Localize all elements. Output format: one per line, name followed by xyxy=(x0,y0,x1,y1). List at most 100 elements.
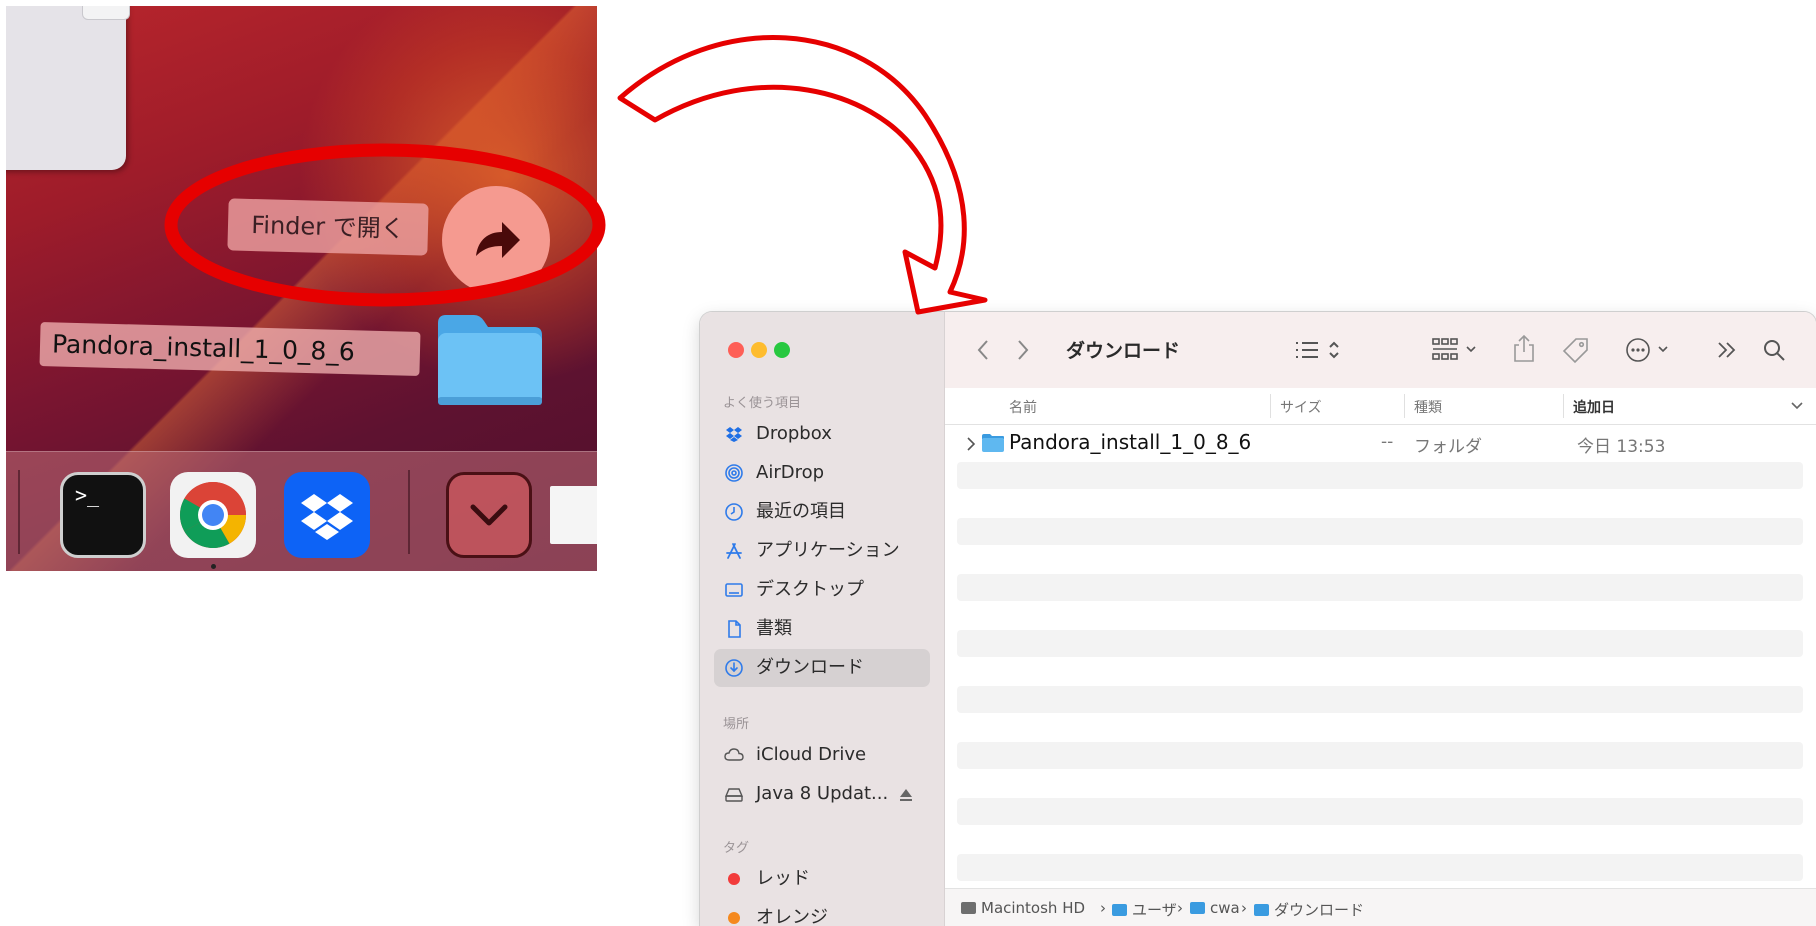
window-corner xyxy=(6,6,130,170)
clock-icon xyxy=(725,503,743,521)
empty-row xyxy=(957,742,1803,769)
desktop-icon xyxy=(725,583,743,597)
dropbox-icon[interactable] xyxy=(284,472,370,558)
dropbox-icon xyxy=(726,427,742,442)
tag-dot-icon xyxy=(728,912,740,924)
list-view-icon[interactable] xyxy=(1294,339,1346,361)
apps-icon xyxy=(726,543,742,559)
chrome-icon[interactable] xyxy=(170,472,256,558)
sidebar-item-label: 書類 xyxy=(756,618,792,639)
file-kind: フォルダ xyxy=(1414,437,1482,457)
open-in-finder-label[interactable]: Finder で開く xyxy=(227,198,429,256)
sidebar-item-downloads[interactable]: ダウンロード xyxy=(714,649,930,687)
share-button[interactable] xyxy=(442,186,550,294)
tag-dot-icon xyxy=(728,873,740,885)
sidebar-item-label: 最近の項目 xyxy=(756,501,846,522)
curved-arrow-icon xyxy=(617,35,988,315)
sidebar-item-airdrop[interactable]: AirDrop xyxy=(714,454,930,492)
tags-heading: タグ xyxy=(723,841,750,856)
sidebar-item-label: AirDrop xyxy=(756,462,825,483)
dropbox-logo xyxy=(301,494,353,540)
sidebar-tag-red[interactable]: レッド xyxy=(714,860,930,898)
empty-row xyxy=(957,630,1803,657)
path-segment[interactable]: cwa xyxy=(1190,899,1240,917)
cloud-icon xyxy=(724,748,744,761)
table-row[interactable]: Pandora_install_1_0_8_6 -- フォルダ 今日 13:53 xyxy=(945,426,1816,462)
sidebar-tag-orange[interactable]: オレンジ xyxy=(714,899,930,926)
path-segment[interactable]: Macintosh HD xyxy=(961,899,1085,917)
window-title: ダウンロード xyxy=(1066,340,1181,362)
terminal-icon[interactable]: >_ xyxy=(60,472,146,558)
column-kind-header[interactable]: 種類 xyxy=(1414,397,1442,417)
locations-heading: 場所 xyxy=(723,717,750,732)
desktop-file-label[interactable]: Pandora_install_1_0_8_6 xyxy=(39,322,421,376)
path-separator: › xyxy=(1177,899,1183,917)
favorites-heading: よく使う項目 xyxy=(723,396,802,411)
path-separator: › xyxy=(1241,899,1247,917)
sidebar-item-recents[interactable]: 最近の項目 xyxy=(714,493,930,531)
download-icon xyxy=(725,659,743,677)
share-icon[interactable] xyxy=(1512,334,1536,364)
sidebar-item-documents[interactable]: 書類 xyxy=(714,610,930,648)
column-divider xyxy=(1270,394,1271,418)
sidebar-item-applications[interactable]: アプリケーション xyxy=(714,532,930,570)
sidebar-item-label: レッド xyxy=(756,868,810,889)
path-bar: Macintosh HD › ユーザ › cwa › ダウンロード xyxy=(945,888,1816,926)
tag-icon[interactable] xyxy=(1562,336,1590,364)
window-corner-button[interactable] xyxy=(82,6,130,20)
sort-chevron-icon[interactable] xyxy=(1790,401,1804,411)
column-name-header[interactable]: 名前 xyxy=(1009,397,1037,417)
group-icon[interactable] xyxy=(1431,336,1481,364)
sidebar-item-desktop[interactable]: デスクトップ xyxy=(714,571,930,609)
path-separator: › xyxy=(1100,899,1106,917)
empty-row xyxy=(957,518,1803,545)
minimize-button[interactable] xyxy=(751,342,767,358)
dock-separator xyxy=(408,470,410,554)
sidebar-item-icloud[interactable]: iCloud Drive xyxy=(714,736,930,774)
desktop-crop: Finder で開く Pandora_install_1_0_8_6 >_ xyxy=(6,6,597,571)
file-size: -- xyxy=(1381,432,1394,452)
sidebar-item-label: アプリケーション xyxy=(756,540,900,561)
sidebar: よく使う項目 Dropbox AirDrop 最近の項目 アプリケーション デス… xyxy=(700,312,945,926)
path-segment[interactable]: ダウンロード xyxy=(1254,899,1364,920)
downloads-stack-icon[interactable] xyxy=(446,472,532,558)
window-controls xyxy=(728,342,797,362)
dock: >_ xyxy=(6,451,597,571)
chevron-double-right-icon[interactable] xyxy=(1716,340,1738,360)
sidebar-item-java-disk[interactable]: Java 8 Updat... xyxy=(714,775,930,813)
more-icon[interactable] xyxy=(1625,336,1675,364)
column-added-header[interactable]: 追加日 xyxy=(1573,397,1615,417)
airdrop-icon xyxy=(725,464,743,482)
sidebar-item-label: オレンジ xyxy=(756,907,828,926)
empty-row xyxy=(957,574,1803,601)
column-divider xyxy=(1563,394,1564,418)
running-indicator xyxy=(211,564,216,569)
forward-icon[interactable] xyxy=(1015,338,1031,362)
column-header: 名前 サイズ 種類 追加日 xyxy=(945,388,1816,425)
document-thumbnail[interactable] xyxy=(550,486,597,544)
disk-icon xyxy=(724,788,744,802)
empty-row xyxy=(957,798,1803,825)
chrome-logo xyxy=(179,482,246,549)
disclosure-triangle-icon[interactable] xyxy=(965,436,977,452)
path-segment[interactable]: ユーザ xyxy=(1112,899,1177,920)
path-segment-label: Macintosh HD xyxy=(981,899,1086,917)
sidebar-item-dropbox[interactable]: Dropbox xyxy=(714,415,930,453)
file-name: Pandora_install_1_0_8_6 xyxy=(1009,430,1252,454)
home-folder-icon xyxy=(1112,904,1127,916)
folder-icon[interactable] xyxy=(434,311,546,409)
downloads-folder-icon xyxy=(1254,904,1269,916)
zoom-button[interactable] xyxy=(774,342,790,358)
empty-row xyxy=(957,686,1803,713)
column-divider xyxy=(1404,394,1405,418)
finder-window: よく使う項目 Dropbox AirDrop 最近の項目 アプリケーション デス… xyxy=(700,312,1816,926)
column-size-header[interactable]: サイズ xyxy=(1280,397,1322,417)
hard-disk-icon xyxy=(961,902,976,914)
search-icon[interactable] xyxy=(1762,338,1786,362)
path-segment-label: ユーザ xyxy=(1132,901,1177,919)
close-button[interactable] xyxy=(728,342,744,358)
eject-icon[interactable] xyxy=(898,787,914,803)
sidebar-item-label: ダウンロード xyxy=(756,657,864,678)
dock-separator xyxy=(18,470,20,554)
back-icon[interactable] xyxy=(975,338,991,362)
